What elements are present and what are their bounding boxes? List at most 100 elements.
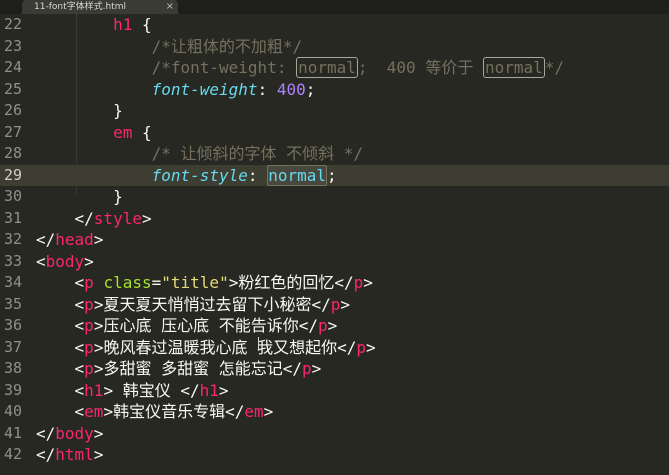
- punctuation: >: [93, 294, 104, 314]
- text-content: 韩宝仪音乐专辑: [113, 402, 226, 421]
- code-line[interactable]: 24 /*font-weight: normal; 400 等价于 normal…: [0, 57, 669, 79]
- text-content: 粉红色的回忆: [238, 273, 335, 292]
- code-line[interactable]: 23 /*让粗体的不加粗*/: [0, 36, 669, 58]
- code-line[interactable]: 34 <p class="title">粉红色的回忆</p>: [0, 272, 669, 294]
- code-line[interactable]: 25 font-weight: 400;: [0, 79, 669, 101]
- line-number: 41: [3, 423, 22, 442]
- tag-name: p: [330, 294, 341, 314]
- punctuation: >: [93, 445, 104, 464]
- tag-name: p: [84, 316, 94, 335]
- code-line[interactable]: 40 <em>韩宝仪音乐专辑</em>: [0, 401, 669, 423]
- code-text: <p>压心底 压心底 不能告诉你</p>: [36, 315, 338, 337]
- code-text: }: [36, 100, 123, 122]
- line-number: 38: [3, 359, 22, 377]
- code-text: /* 让倾斜的字体 不倾斜 */: [36, 143, 363, 165]
- punctuation: </: [298, 316, 318, 335]
- punctuation: =: [151, 273, 162, 292]
- attribute-name: class: [103, 273, 152, 292]
- file-tab[interactable]: 11-font字体样式.html ×: [22, 0, 178, 14]
- tag-name: body: [55, 423, 94, 443]
- code-line[interactable]: 26 }: [0, 100, 669, 122]
- code-line[interactable]: 33 <body>: [0, 251, 669, 273]
- punctuation: >: [311, 359, 322, 378]
- code-line[interactable]: 27 em {: [0, 122, 669, 144]
- punctuation: <: [74, 294, 85, 314]
- code-line[interactable]: 22 h1 {: [0, 14, 669, 36]
- tag-name: p: [84, 273, 94, 292]
- code-text: font-weight: 400;: [36, 79, 316, 101]
- code-text: <p>夏天夏天悄悄过去留下小秘密</p>: [36, 294, 350, 316]
- css-property: font-weight: [151, 79, 258, 99]
- tag-name: em: [113, 122, 133, 142]
- code-line[interactable]: 29 font-style: normal;: [0, 164, 669, 186]
- code-line[interactable]: 39 <h1> 韩宝仪 </h1>: [0, 380, 669, 402]
- code-line[interactable]: 42 </html>: [0, 444, 669, 466]
- punctuation: <: [36, 251, 46, 271]
- tag-name: p: [84, 337, 94, 357]
- text-content: 晚风春过温暖我心底 我又想起你: [103, 337, 338, 357]
- code-text: <em>韩宝仪音乐专辑</em>: [36, 401, 274, 423]
- punctuation: >: [228, 273, 239, 292]
- line-number: 34: [3, 273, 22, 291]
- line-number: 40: [3, 402, 22, 420]
- punctuation: </: [311, 294, 331, 314]
- punctuation: >: [93, 230, 104, 249]
- code-line[interactable]: 36 <p>压心底 压心底 不能告诉你</p>: [0, 315, 669, 337]
- punctuation: <: [74, 337, 85, 357]
- punctuation: <: [74, 402, 85, 421]
- line-number: 28: [3, 144, 22, 162]
- code-line[interactable]: 28 /* 让倾斜的字体 不倾斜 */: [0, 143, 669, 165]
- code-line[interactable]: 30 }: [0, 186, 669, 208]
- tag-name: html: [55, 445, 94, 464]
- code-text: </html>: [36, 444, 103, 466]
- punctuation: </: [74, 208, 94, 228]
- code-line[interactable]: 32 </head>: [0, 229, 669, 251]
- code-text: <p>多甜蜜 多甜蜜 怎能忘记</p>: [36, 358, 322, 380]
- line-number: 35: [3, 294, 22, 313]
- text-content: 压心底 压心底 不能告诉你: [103, 316, 299, 335]
- code-text: em {: [36, 122, 152, 144]
- line-number: 39: [3, 380, 22, 399]
- editor-window: 11-font字体样式.html × 22 h1 {23 /*让粗体的不加粗*/…: [0, 0, 669, 475]
- line-number: 24: [3, 58, 22, 76]
- tag-name: em: [244, 402, 264, 421]
- punctuation: </: [225, 402, 245, 421]
- code-line[interactable]: 35 <p>夏天夏天悄悄过去留下小秘密</p>: [0, 294, 669, 316]
- punctuation: >: [103, 380, 114, 400]
- line-number: 29: [3, 165, 22, 184]
- punctuation: <: [74, 273, 85, 292]
- punctuation: >: [93, 359, 104, 378]
- selected-word: normal: [267, 164, 327, 186]
- punctuation: >: [327, 316, 338, 335]
- code-line[interactable]: 37 <p>晚风春过温暖我心底 我又想起你</p>: [0, 337, 669, 359]
- tag-name: p: [84, 294, 94, 314]
- line-number: 26: [3, 101, 22, 119]
- punctuation: >: [93, 423, 104, 443]
- punctuation: </: [36, 445, 56, 464]
- code-line[interactable]: 31 </style>: [0, 208, 669, 230]
- code-line[interactable]: 41 </body>: [0, 423, 669, 445]
- code-line[interactable]: 38 <p>多甜蜜 多甜蜜 怎能忘记</p>: [0, 358, 669, 380]
- code-text: }: [36, 186, 123, 208]
- code-editor[interactable]: 22 h1 {23 /*让粗体的不加粗*/24 /*font-weight: n…: [0, 14, 669, 475]
- line-number: 36: [3, 316, 22, 334]
- comment: /*让粗体的不加粗*/: [151, 36, 303, 56]
- punctuation: </: [180, 380, 200, 400]
- punctuation: >: [366, 337, 376, 357]
- punctuation: :: [247, 165, 268, 185]
- tag-name: p: [353, 273, 364, 292]
- close-icon[interactable]: ×: [166, 0, 174, 14]
- tag-name: head: [55, 230, 94, 249]
- code-text: /*font-weight: normal; 400 等价于 normal */: [36, 57, 564, 79]
- line-number: 42: [3, 445, 22, 463]
- comment: ; 400 等价于: [357, 58, 483, 77]
